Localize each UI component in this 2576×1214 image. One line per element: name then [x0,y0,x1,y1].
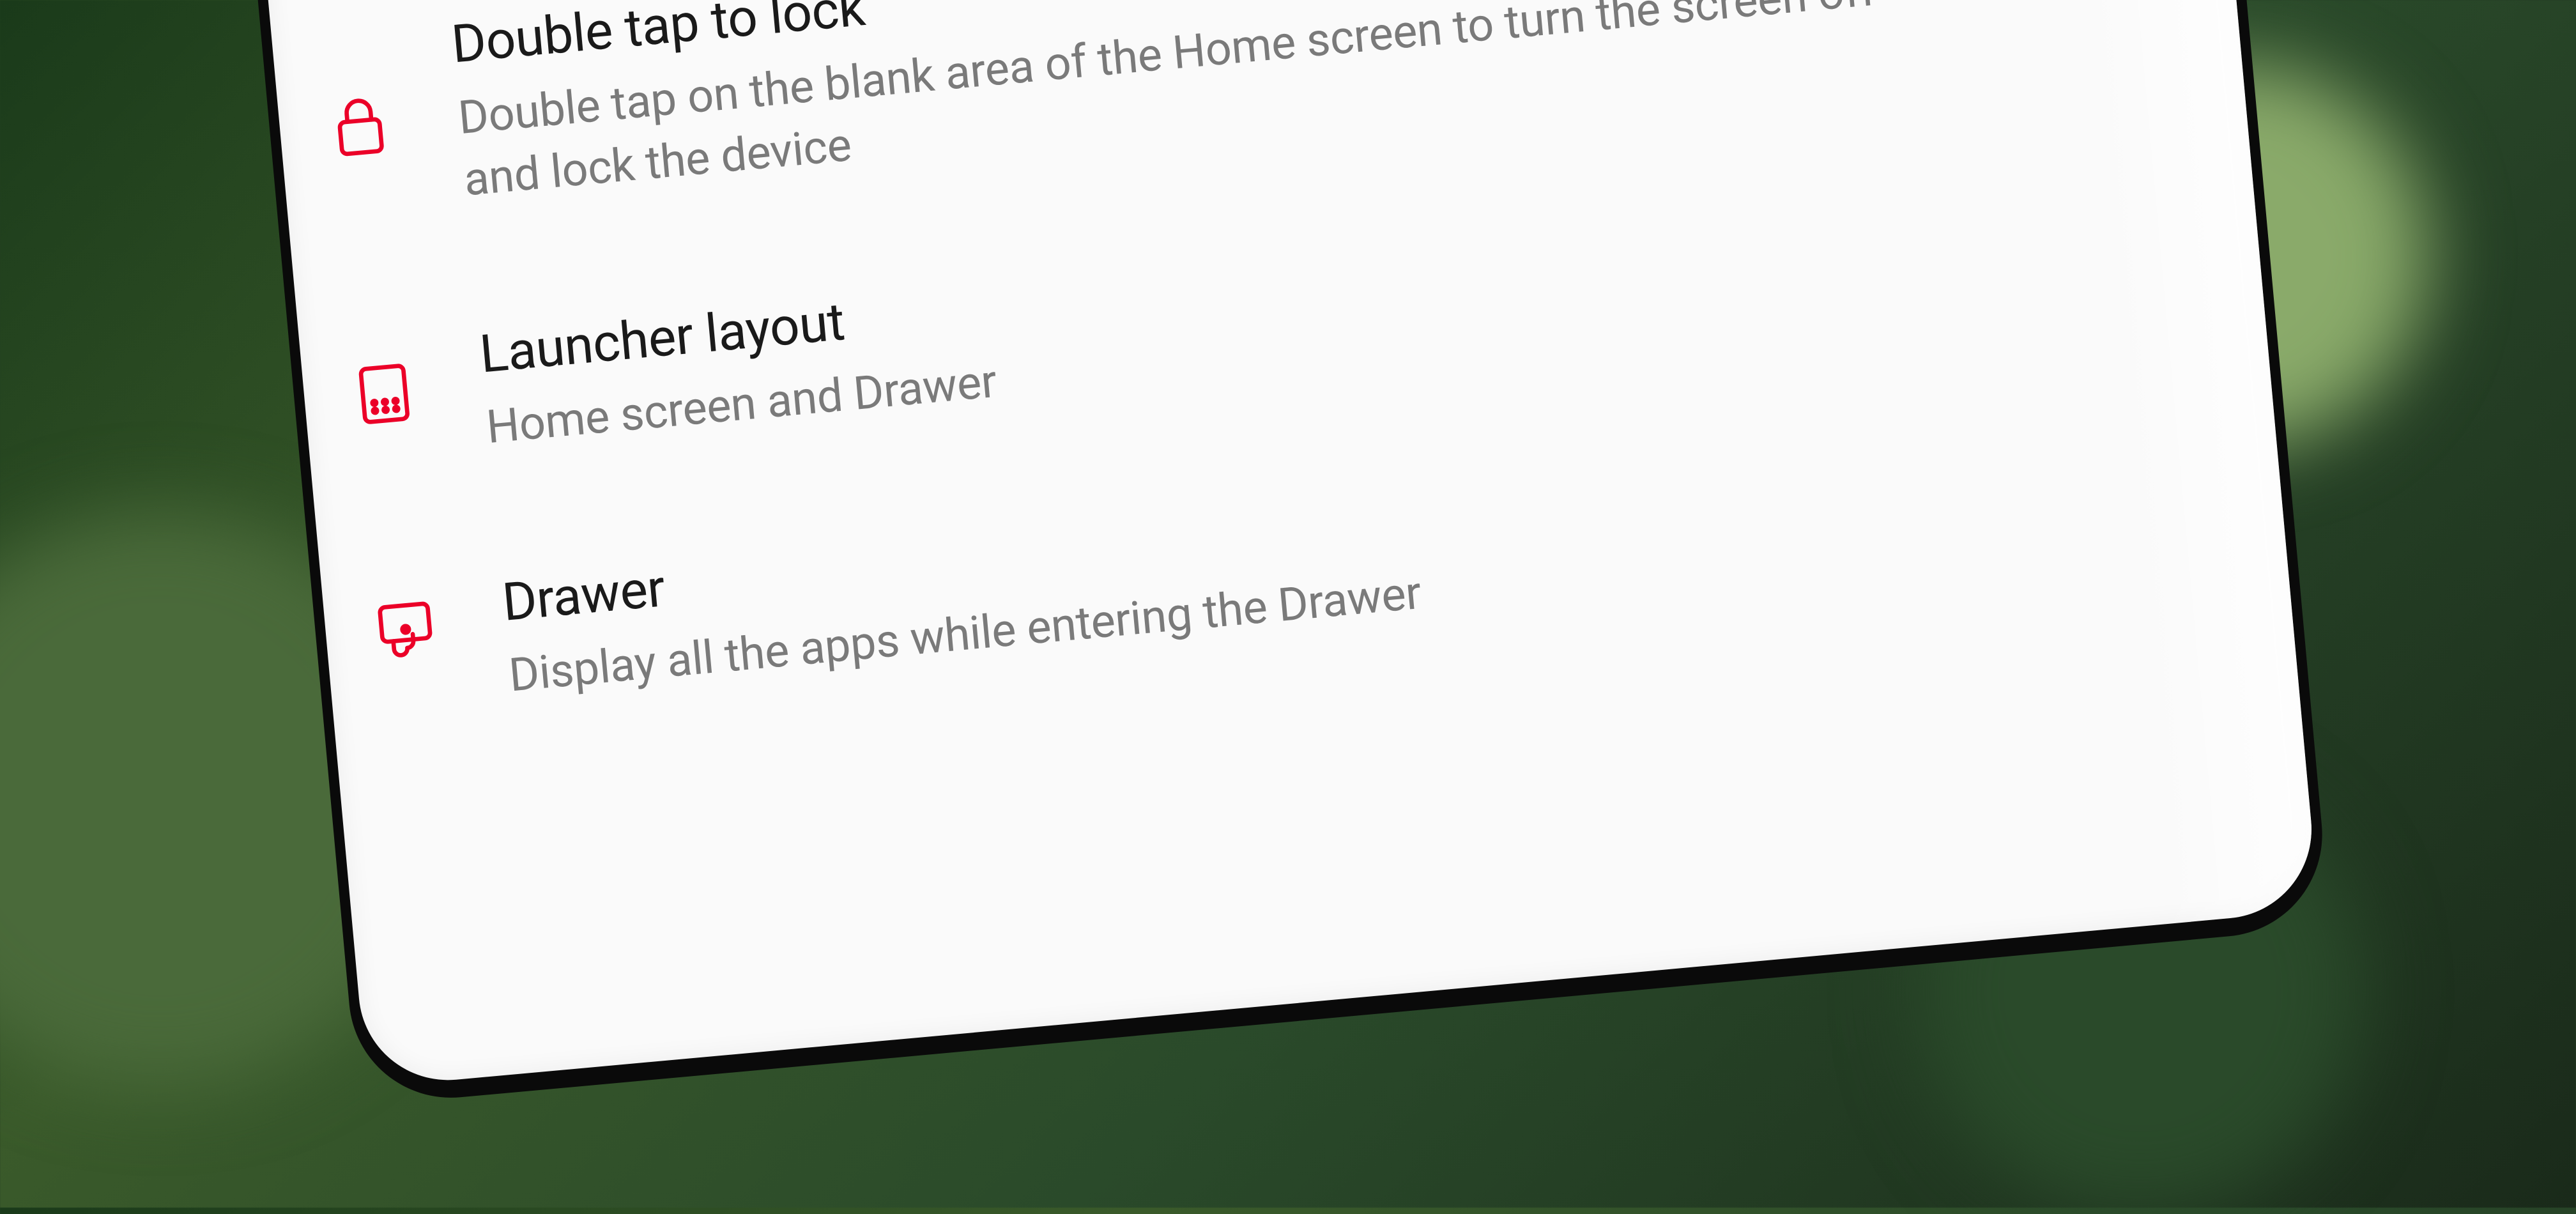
lock-icon [309,20,404,162]
layout-icon [337,330,429,429]
phone-screen: Swipe right Shelf Double tap to lock [254,0,2319,1087]
drawer-icon [360,578,450,665]
phone-frame: Swipe right Shelf Double tap to lock [243,0,2331,1107]
phone-bezel: Swipe right Shelf Double tap to lock [243,0,2331,1107]
settings-list: Swipe right Shelf Double tap to lock [254,0,2291,780]
